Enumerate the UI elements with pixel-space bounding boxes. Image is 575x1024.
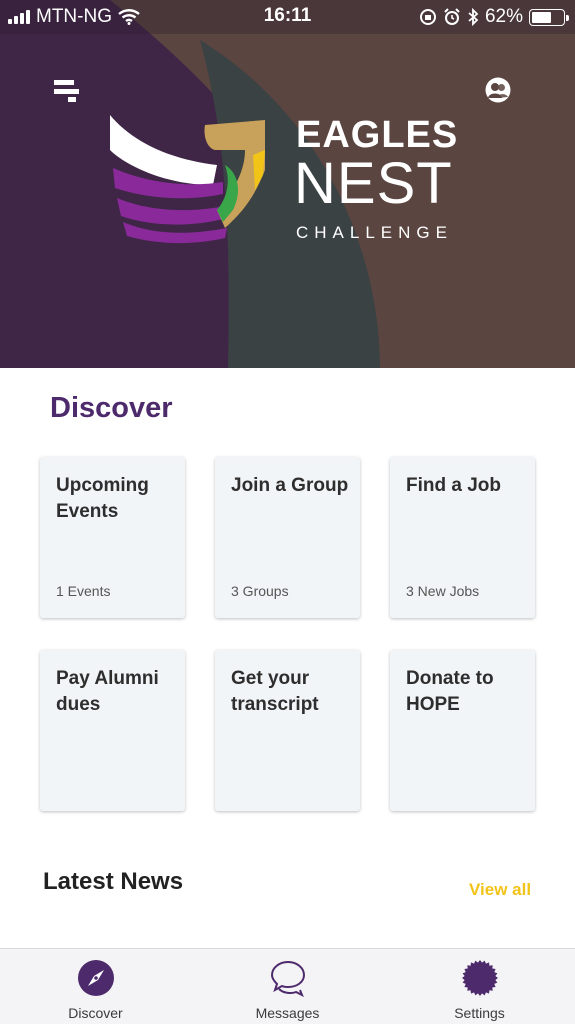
brand-eagles: EAGLES (296, 114, 459, 156)
card-count: 1 Events (56, 583, 111, 599)
card-title: Donate to HOPE (406, 668, 494, 715)
hero-background (0, 0, 575, 368)
tab-discover[interactable]: Discover (0, 949, 191, 1024)
chat-bubbles-icon (270, 960, 305, 997)
status-right: 62% (419, 6, 569, 28)
card-title: Upcoming Events (56, 475, 149, 522)
card-find-job[interactable]: Find a Job 3 New Jobs (390, 457, 535, 618)
gear-icon (461, 960, 498, 996)
tab-label: Discover (68, 1005, 123, 1021)
eagles-nest-logo (110, 115, 265, 244)
menu-bar (54, 89, 79, 94)
card-donate-hope[interactable]: Donate to HOPE (390, 650, 535, 811)
view-all-link[interactable]: View all (469, 880, 531, 900)
tab-messages[interactable]: Messages (192, 949, 383, 1024)
card-title: Join a Group (231, 475, 349, 496)
bluetooth-icon (468, 8, 479, 26)
brand-nest: NEST (294, 151, 453, 216)
discover-section: Discover Upcoming Events 1 Events Join a… (0, 368, 575, 948)
profile-icon[interactable] (484, 76, 512, 104)
card-title: Pay Alumni dues (56, 668, 159, 715)
menu-bar (54, 80, 74, 85)
battery-percent: 62% (484, 6, 523, 27)
menu-button[interactable] (50, 78, 82, 106)
gear-shape (461, 960, 498, 996)
rotation-lock-icon (419, 9, 436, 25)
status-bar: MTN-NG 16:11 62% (0, 0, 575, 34)
card-title: Get your transcript (231, 668, 319, 715)
card-get-transcript[interactable]: Get your transcript (215, 650, 360, 811)
tab-label: Messages (255, 1005, 320, 1021)
battery-fill (532, 11, 551, 23)
brand-challenge: CHALLENGE (296, 223, 453, 242)
card-count: 3 New Jobs (406, 583, 480, 599)
battery-icon (529, 8, 569, 26)
card-title: Find a Job (406, 475, 501, 496)
bottom-tab-bar: Discover Messages Settings (0, 948, 575, 1024)
card-count: 3 Groups (231, 583, 289, 599)
menu-bar (68, 97, 76, 102)
tab-settings[interactable]: Settings (384, 949, 575, 1024)
card-pay-alumni-dues[interactable]: Pay Alumni dues (40, 650, 185, 811)
page-title: Discover (50, 392, 173, 424)
card-upcoming-events[interactable]: Upcoming Events 1 Events (40, 457, 185, 618)
alarm-icon (444, 8, 460, 25)
hero-header: MTN-NG 16:11 62% EAGLES NEST CHALLENGE (0, 0, 575, 368)
compass-icon (77, 960, 114, 996)
brand-wordmark: EAGLES NEST CHALLENGE (294, 114, 459, 244)
latest-news-heading: Latest News (43, 868, 184, 895)
card-join-group[interactable]: Join a Group 3 Groups (215, 457, 360, 618)
tab-label: Settings (454, 1005, 505, 1021)
